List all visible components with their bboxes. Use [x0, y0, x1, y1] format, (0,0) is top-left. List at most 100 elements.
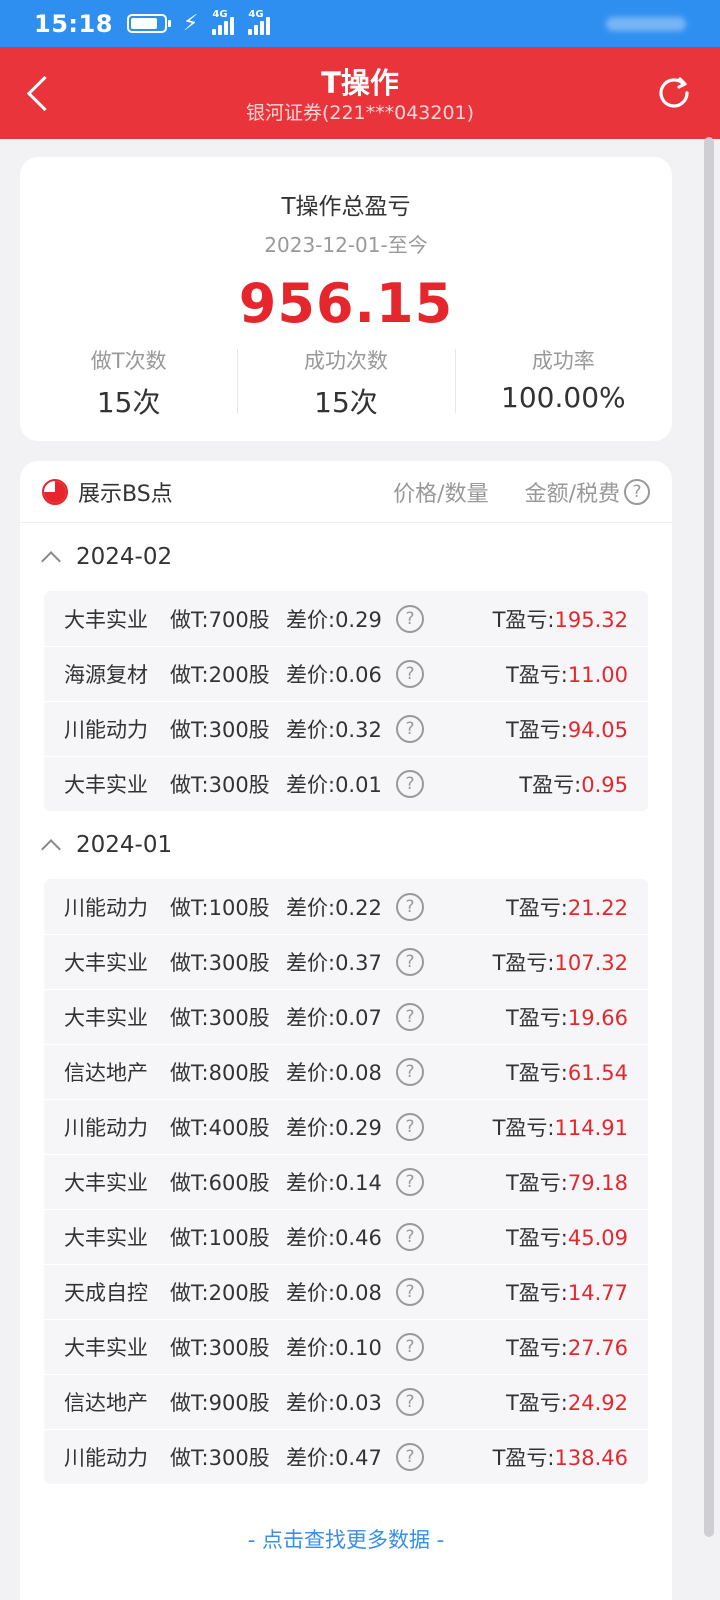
load-more-link[interactable]: - 点击查找更多数据 - [20, 1524, 672, 1554]
help-icon[interactable]: ? [396, 892, 424, 921]
trade-row[interactable]: 川能动力 做T:300股 差价:0.32? T盈亏:94.05 [44, 701, 648, 756]
trade-row[interactable]: 信达地产 做T:800股 差价:0.08? T盈亏:61.54 [44, 1044, 648, 1099]
trade-row[interactable]: 海源复材 做T:200股 差价:0.06? T盈亏:11.00 [44, 646, 648, 701]
status-bar: 15:18 ⚡ 4G 4G [0, 0, 720, 47]
total-profit: 956.15 [238, 272, 454, 335]
trade-row[interactable]: 大丰实业 做T:300股 差价:0.10? T盈亏:27.76 [44, 1319, 648, 1374]
t-profit-value: 114.91 [554, 1116, 628, 1140]
help-icon[interactable]: ? [396, 1388, 424, 1416]
help-icon[interactable]: ? [624, 478, 650, 505]
t-shares: 做T:300股 [170, 1006, 270, 1030]
t-profit-value: 195.32 [554, 607, 628, 632]
t-profit-label: T盈亏: [505, 1061, 568, 1085]
t-profit-label: T盈亏: [505, 1336, 568, 1360]
t-shares: 做T:100股 [170, 895, 270, 920]
month-group-header[interactable]: 2024-02 [20, 523, 672, 591]
trade-row[interactable]: 信达地产 做T:900股 差价:0.03? T盈亏:24.92 [44, 1374, 648, 1429]
trade-row[interactable]: 大丰实业 做T:700股 差价:0.29? T盈亏:195.32 [44, 591, 648, 646]
price-diff: 差价:0.01 [286, 773, 382, 797]
t-profit: T盈亏:19.66 [506, 1002, 628, 1032]
trade-row[interactable]: 大丰实业 做T:100股 差价:0.46? T盈亏:45.09 [44, 1209, 648, 1264]
back-icon[interactable] [22, 73, 62, 113]
stock-name: 大丰实业 [64, 773, 148, 797]
trade-row[interactable]: 大丰实业 做T:300股 差价:0.37? T盈亏:107.32 [44, 934, 648, 989]
month-label: 2024-02 [76, 544, 173, 570]
stock-name: 大丰实业 [64, 607, 148, 632]
price-diff: 差价:0.10 [286, 1336, 382, 1360]
refresh-icon[interactable] [654, 73, 694, 113]
t-profit-value: 94.05 [567, 718, 628, 742]
t-profit: T盈亏:61.54 [506, 1057, 628, 1087]
t-profit-value: 24.92 [567, 1391, 628, 1415]
t-profit-label: T盈亏: [492, 951, 555, 975]
t-profit: T盈亏:24.92 [506, 1387, 628, 1417]
price-diff: 差价:0.29 [286, 607, 382, 632]
t-profit-label: T盈亏: [505, 1391, 568, 1415]
stock-name: 大丰实业 [64, 1006, 148, 1030]
trade-list-card: 展示BS点 价格/数量 金额/税费 ? 2024-02 大丰实业 做T:700股 差价… [20, 461, 672, 1600]
price-diff: 差价:0.22 [286, 895, 382, 920]
signal-icon-2: 4G [248, 9, 271, 35]
stock-name: 大丰实业 [64, 1336, 148, 1360]
pie-chart-icon[interactable] [42, 478, 68, 505]
stock-name: 大丰实业 [64, 951, 148, 975]
help-icon[interactable]: ? [396, 1113, 424, 1141]
t-shares: 做T:200股 [170, 663, 270, 687]
trade-row[interactable]: 大丰实业 做T:600股 差价:0.14? T盈亏:79.18 [44, 1154, 648, 1209]
scrollbar[interactable] [704, 137, 714, 1537]
trade-row[interactable]: 川能动力 做T:100股 差价:0.22? T盈亏:21.22 [44, 879, 648, 934]
help-icon[interactable]: ? [396, 948, 424, 976]
help-icon[interactable]: ? [396, 604, 424, 633]
trade-rows: 川能动力 做T:100股 差价:0.22? T盈亏:21.22 大丰实业 做T:300股差… [44, 879, 648, 1484]
help-icon[interactable]: ? [396, 1058, 424, 1086]
t-profit-value: 27.76 [567, 1336, 628, 1360]
chevron-up-icon [41, 551, 61, 571]
t-profit: T盈亏:11.00 [506, 659, 628, 689]
page-title: T操作 [321, 66, 399, 100]
list-header: 展示BS点 价格/数量 金额/税费 ? [20, 461, 672, 523]
help-icon[interactable]: ? [396, 1278, 424, 1306]
t-shares: 做T:800股 [170, 1061, 270, 1085]
t-profit-label: T盈亏: [505, 1171, 568, 1195]
help-icon[interactable]: ? [396, 770, 424, 798]
help-icon[interactable]: ? [396, 1168, 424, 1196]
amount-tax-header[interactable]: 金额/税费 [525, 476, 620, 508]
month-group-header[interactable]: 2024-01 [20, 811, 672, 879]
summary-title: T操作总盈亏 [281, 194, 411, 220]
price-diff: 差价:0.08 [286, 1281, 382, 1305]
t-profit: T盈亏:21.22 [506, 892, 628, 922]
t-profit: T盈亏:27.76 [506, 1332, 628, 1362]
price-diff: 差价:0.03 [286, 1391, 382, 1415]
help-icon[interactable]: ? [396, 660, 424, 688]
trade-row[interactable]: 天成自控 做T:200股 差价:0.08? T盈亏:14.77 [44, 1264, 648, 1319]
t-shares: 做T:300股 [170, 1446, 270, 1470]
show-bs-toggle[interactable]: 展示BS点 [78, 476, 173, 508]
trade-row[interactable]: 川能动力 做T:400股 差价:0.29? T盈亏:114.91 [44, 1099, 648, 1154]
help-icon[interactable]: ? [396, 1223, 424, 1251]
help-icon[interactable]: ? [396, 715, 424, 743]
trade-rows: 大丰实业 做T:700股 差价:0.29? T盈亏:195.32 海源复材 做T:200股… [44, 591, 648, 811]
stock-name: 海源复材 [64, 663, 148, 687]
stock-name: 信达地产 [64, 1391, 148, 1415]
price-diff: 差价:0.46 [286, 1226, 382, 1250]
trade-row[interactable]: 川能动力 做T:300股 差价:0.47? T盈亏:138.46 [44, 1429, 648, 1484]
stock-name: 川能动力 [64, 718, 148, 742]
stat-success-rate: 成功率 100.00% [454, 345, 672, 421]
t-profit: T盈亏:114.91 [493, 1112, 628, 1142]
t-profit-value: 138.46 [554, 1446, 628, 1470]
trade-row[interactable]: 大丰实业 做T:300股 差价:0.07? T盈亏:19.66 [44, 989, 648, 1044]
t-profit-label: T盈亏: [505, 1281, 568, 1305]
stock-name: 大丰实业 [64, 1226, 148, 1250]
help-icon[interactable]: ? [396, 1443, 424, 1471]
stock-name: 大丰实业 [64, 1171, 148, 1195]
t-profit-label: T盈亏: [492, 1446, 555, 1470]
t-profit-label: T盈亏: [492, 1116, 555, 1140]
help-icon[interactable]: ? [396, 1333, 424, 1361]
trade-row[interactable]: 大丰实业 做T:300股 差价:0.01? T盈亏:0.95 [44, 756, 648, 811]
help-icon[interactable]: ? [396, 1003, 424, 1031]
t-profit-value: 79.18 [567, 1171, 628, 1195]
price-qty-header[interactable]: 价格/数量 [393, 476, 488, 508]
t-profit: T盈亏:107.32 [493, 947, 628, 977]
t-shares: 做T:100股 [170, 1226, 270, 1250]
t-profit-label: T盈亏: [492, 607, 555, 632]
